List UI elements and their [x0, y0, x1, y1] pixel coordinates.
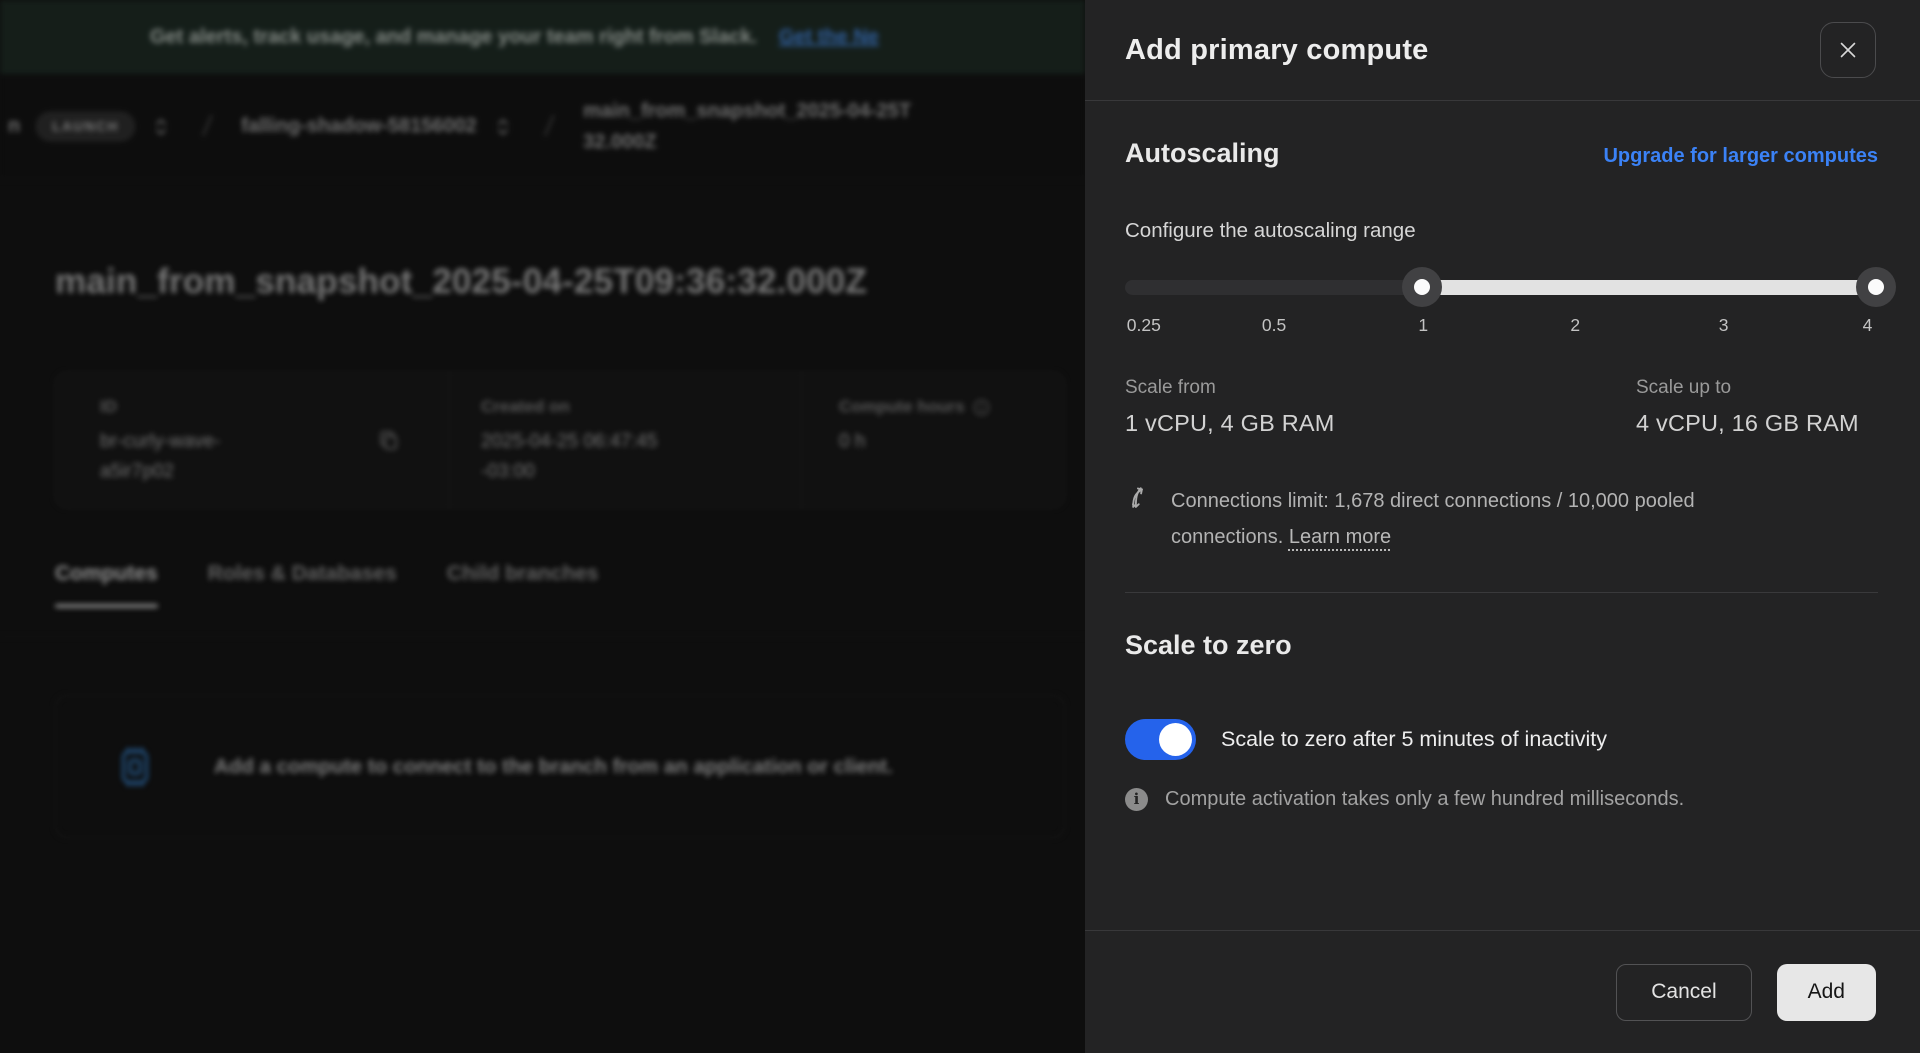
scale-up-to-value: 4 vCPU, 16 GB RAM [1636, 410, 1878, 437]
add-button[interactable]: Add [1777, 964, 1876, 1021]
modal-overlay[interactable] [0, 0, 1085, 1053]
slider-selected-range [1422, 280, 1878, 295]
slider-marks: 0.25 0.5 1 2 3 4 [1125, 315, 1878, 341]
upgrade-link[interactable]: Upgrade for larger computes [1603, 145, 1878, 168]
autoscaling-section-header: Autoscaling Upgrade for larger computes [1125, 138, 1878, 169]
activation-note: Compute activation takes only a few hund… [1165, 788, 1684, 811]
close-button[interactable] [1820, 22, 1876, 78]
autoscaling-range-slider[interactable] [1125, 267, 1878, 307]
drawer-title: Add primary compute [1125, 34, 1429, 67]
close-icon [1836, 38, 1860, 62]
drawer-footer: Cancel Add [1085, 930, 1920, 1053]
slider-mark: 2 [1570, 315, 1580, 336]
scale-up-to-label: Scale up to [1636, 377, 1878, 399]
slider-mark: 0.25 [1127, 315, 1161, 336]
scale-to-zero-section-header: Scale to zero [1125, 630, 1878, 661]
slider-mark: 0.5 [1262, 315, 1286, 336]
app-root: Get alerts, track usage, and manage your… [0, 0, 1920, 1053]
info-icon: i [1125, 788, 1148, 811]
learn-more-link[interactable]: Learn more [1289, 526, 1391, 548]
slider-mark: 3 [1719, 315, 1729, 336]
slider-mark: 1 [1418, 315, 1428, 336]
scale-to-zero-label: Scale to zero after 5 minutes of inactiv… [1221, 727, 1607, 752]
activation-note-row: i Compute activation takes only a few hu… [1125, 788, 1878, 811]
connections-split-arrows-icon [1125, 483, 1153, 511]
connections-limit-text: Connections limit: 1,678 direct connecti… [1171, 483, 1796, 556]
scale-from-label: Scale from [1125, 377, 1335, 399]
scale-to-zero-heading: Scale to zero [1125, 630, 1292, 661]
slider-max-handle[interactable] [1856, 267, 1896, 307]
scale-from-value: 1 vCPU, 4 GB RAM [1125, 410, 1335, 437]
scale-to-zero-toggle[interactable] [1125, 719, 1196, 760]
autoscaling-heading: Autoscaling [1125, 138, 1280, 169]
section-divider [1125, 592, 1878, 593]
scale-from: Scale from 1 vCPU, 4 GB RAM [1125, 377, 1335, 437]
add-primary-compute-drawer: Add primary compute Autoscaling Upgrade … [1085, 0, 1920, 1053]
drawer-body: Autoscaling Upgrade for larger computes … [1085, 101, 1920, 930]
scale-to-zero-row: Scale to zero after 5 minutes of inactiv… [1125, 719, 1878, 760]
slider-mark: 4 [1863, 315, 1873, 336]
toggle-knob [1159, 723, 1192, 756]
connections-limit-row: Connections limit: 1,678 direct connecti… [1125, 483, 1878, 556]
slider-min-handle[interactable] [1402, 267, 1442, 307]
autoscaling-range-label: Configure the autoscaling range [1125, 219, 1878, 243]
cancel-button[interactable]: Cancel [1616, 964, 1751, 1021]
scale-summary: Scale from 1 vCPU, 4 GB RAM Scale up to … [1125, 377, 1878, 437]
scale-up-to: Scale up to 4 vCPU, 16 GB RAM [1636, 377, 1878, 437]
drawer-header: Add primary compute [1085, 0, 1920, 101]
